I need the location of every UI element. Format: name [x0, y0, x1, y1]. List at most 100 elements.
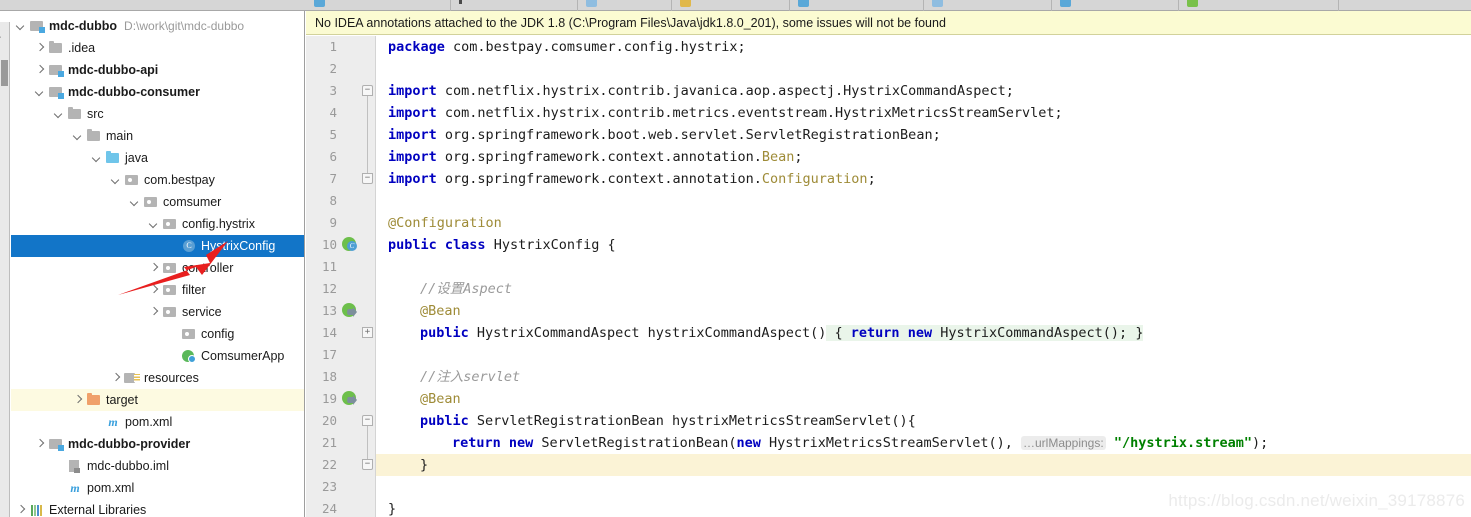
tree-item-controller[interactable]: controller: [11, 257, 304, 279]
code-line-22[interactable]: }: [420, 454, 428, 476]
code-line-1[interactable]: package com.bestpay.comsumer.config.hyst…: [388, 36, 746, 58]
spring-bean-gutter-icon[interactable]: [342, 391, 358, 407]
java-class-icon: [314, 0, 325, 7]
editor-tab-strip[interactable]: [0, 0, 1471, 11]
editor-tab-2[interactable]: [451, 0, 578, 11]
tree-arrow-spacer: [53, 483, 64, 494]
fold-region-method-start[interactable]: −: [362, 415, 373, 426]
jdk-annotations-notification: No IDEA annotations attached to the JDK …: [306, 11, 1471, 35]
tree-item-config[interactable]: config: [11, 323, 304, 345]
java-class-icon: [1060, 0, 1071, 7]
tree-item-mdc-dubbo-provider[interactable]: mdc-dubbo-provider: [11, 433, 304, 455]
code-line-5[interactable]: import org.springframework.boot.web.serv…: [388, 124, 941, 146]
tree-item-hystrixconfig[interactable]: C HystrixConfig: [11, 235, 304, 257]
tree-item-label: mdc-dubbo.iml: [87, 459, 169, 473]
tree-item-label: External Libraries: [49, 503, 147, 517]
editor-code-area[interactable]: package com.bestpay.comsumer.config.hyst…: [376, 36, 1471, 517]
tree-item-mdc-dubbo-api[interactable]: mdc-dubbo-api: [11, 59, 304, 81]
scrollbar-thumb[interactable]: [1, 60, 8, 86]
chevron-down-icon[interactable]: [129, 197, 140, 208]
chevron-right-icon[interactable]: [34, 43, 45, 54]
chevron-right-icon[interactable]: [34, 439, 45, 450]
editor-tab-1[interactable]: [306, 0, 451, 11]
code-line-6[interactable]: import org.springframework.context.annot…: [388, 146, 803, 168]
fold-region-imports-end[interactable]: −: [362, 173, 373, 184]
tree-item-label: pom.xml: [125, 415, 173, 429]
chevron-right-icon[interactable]: [110, 373, 121, 384]
chevron-right-icon[interactable]: [148, 307, 159, 318]
code-line-24[interactable]: }: [388, 498, 396, 517]
xml-file-icon: [680, 0, 691, 7]
code-line-3[interactable]: import com.netflix.hystrix.contrib.javan…: [388, 80, 1014, 102]
editor-tab-6[interactable]: [924, 0, 1052, 11]
fold-region-imports-start[interactable]: −: [362, 85, 373, 96]
editor-gutter[interactable]: 1 2 3 4 5 6 7 8 9 10 11 12 13 14 17 18 19 20 21 22 23 24 C − − + −…: [306, 36, 376, 517]
code-line-21[interactable]: return new ServletRegistrationBean(new H…: [452, 432, 1268, 454]
line-number: 24: [321, 501, 337, 516]
tree-item-pom-xml[interactable]: m pom.xml: [11, 411, 304, 433]
tree-arrow-spacer: [167, 351, 178, 362]
fold-region-method-end[interactable]: −: [362, 459, 373, 470]
tree-item-label: filter: [182, 283, 206, 297]
chevron-down-icon[interactable]: [34, 87, 45, 98]
tree-item-service[interactable]: service: [11, 301, 304, 323]
code-line-19[interactable]: @Bean: [420, 388, 461, 410]
tree-item-external-libraries[interactable]: External Libraries: [11, 499, 304, 517]
tree-item-mdc-dubbo[interactable]: mdc-dubbo D:\work\git\mdc-dubbo: [11, 15, 304, 37]
chevron-right-icon[interactable]: [148, 285, 159, 296]
code-line-20[interactable]: public ServletRegistrationBean hystrixMe…: [420, 410, 916, 432]
tree-item-resources[interactable]: resources: [11, 367, 304, 389]
tree-item-comsumerapp[interactable]: ComsumerApp: [11, 345, 304, 367]
tree-item-com-bestpay[interactable]: com.bestpay: [11, 169, 304, 191]
code-line-12[interactable]: //设置Aspect: [420, 278, 512, 300]
tree-item-filter[interactable]: filter: [11, 279, 304, 301]
chevron-down-icon[interactable]: [110, 175, 121, 186]
code-line-10[interactable]: public class HystrixConfig {: [388, 234, 616, 256]
editor-tab-7[interactable]: [1052, 0, 1179, 11]
code-line-4[interactable]: import com.netflix.hystrix.contrib.metri…: [388, 102, 1063, 124]
chevron-down-icon[interactable]: [53, 109, 64, 120]
tool-window-bar[interactable]: Project: [0, 22, 10, 517]
code-line-7[interactable]: import org.springframework.context.annot…: [388, 168, 876, 190]
spring-bean-icon: [1187, 0, 1198, 7]
chevron-down-icon[interactable]: [148, 219, 159, 230]
chevron-right-icon[interactable]: [15, 505, 26, 516]
project-tree[interactable]: mdc-dubbo D:\work\git\mdc-dubbo .idea mdc-d…: [11, 11, 304, 517]
tree-item-mdc-dubbo-iml[interactable]: mdc-dubbo.iml: [11, 455, 304, 477]
tree-arrow-spacer: [91, 417, 102, 428]
editor-tab-5[interactable]: [790, 0, 924, 11]
chevron-right-icon[interactable]: [72, 395, 83, 406]
chevron-down-icon[interactable]: [15, 21, 26, 32]
tree-item-config-hystrix[interactable]: config.hystrix: [11, 213, 304, 235]
tree-item-idea[interactable]: .idea: [11, 37, 304, 59]
code-line-9[interactable]: @Configuration: [388, 212, 502, 234]
spring-class-gutter-icon[interactable]: C: [342, 237, 358, 253]
tree-item-src[interactable]: src: [11, 103, 304, 125]
chevron-down-icon[interactable]: [91, 153, 102, 164]
package-icon: [162, 283, 178, 297]
code-line-14[interactable]: public HystrixCommandAspect hystrixComma…: [420, 322, 1144, 344]
tree-item-mdc-dubbo-consumer[interactable]: mdc-dubbo-consumer: [11, 81, 304, 103]
editor-tab-4[interactable]: [672, 0, 790, 11]
tree-item-label: ComsumerApp: [201, 349, 285, 363]
tree-item-java[interactable]: java: [11, 147, 304, 169]
chevron-down-icon[interactable]: [72, 131, 83, 142]
folder-icon: [67, 107, 83, 121]
line-number: 6: [329, 149, 337, 164]
line-number: 3: [329, 83, 337, 98]
chevron-right-icon[interactable]: [148, 263, 159, 274]
module-icon: [48, 85, 64, 99]
tree-item-comsumer[interactable]: comsumer: [11, 191, 304, 213]
tree-item-label: pom.xml: [87, 481, 135, 495]
fold-region-method-collapsed[interactable]: +: [362, 327, 373, 338]
tree-item-target[interactable]: target: [11, 389, 304, 411]
code-line-13[interactable]: @Bean: [420, 300, 461, 322]
editor-tab-8[interactable]: [1179, 0, 1339, 11]
editor-tab-3[interactable]: [578, 0, 672, 11]
project-tool-window: Project mdc-dubbo D:\work\git\mdc-dubbo .i…: [0, 11, 305, 517]
code-line-18[interactable]: //注入servlet: [420, 366, 520, 388]
spring-bean-gutter-icon[interactable]: [342, 303, 358, 319]
tree-item-main[interactable]: main: [11, 125, 304, 147]
chevron-right-icon[interactable]: [34, 65, 45, 76]
tree-item-pom-xml[interactable]: m pom.xml: [11, 477, 304, 499]
